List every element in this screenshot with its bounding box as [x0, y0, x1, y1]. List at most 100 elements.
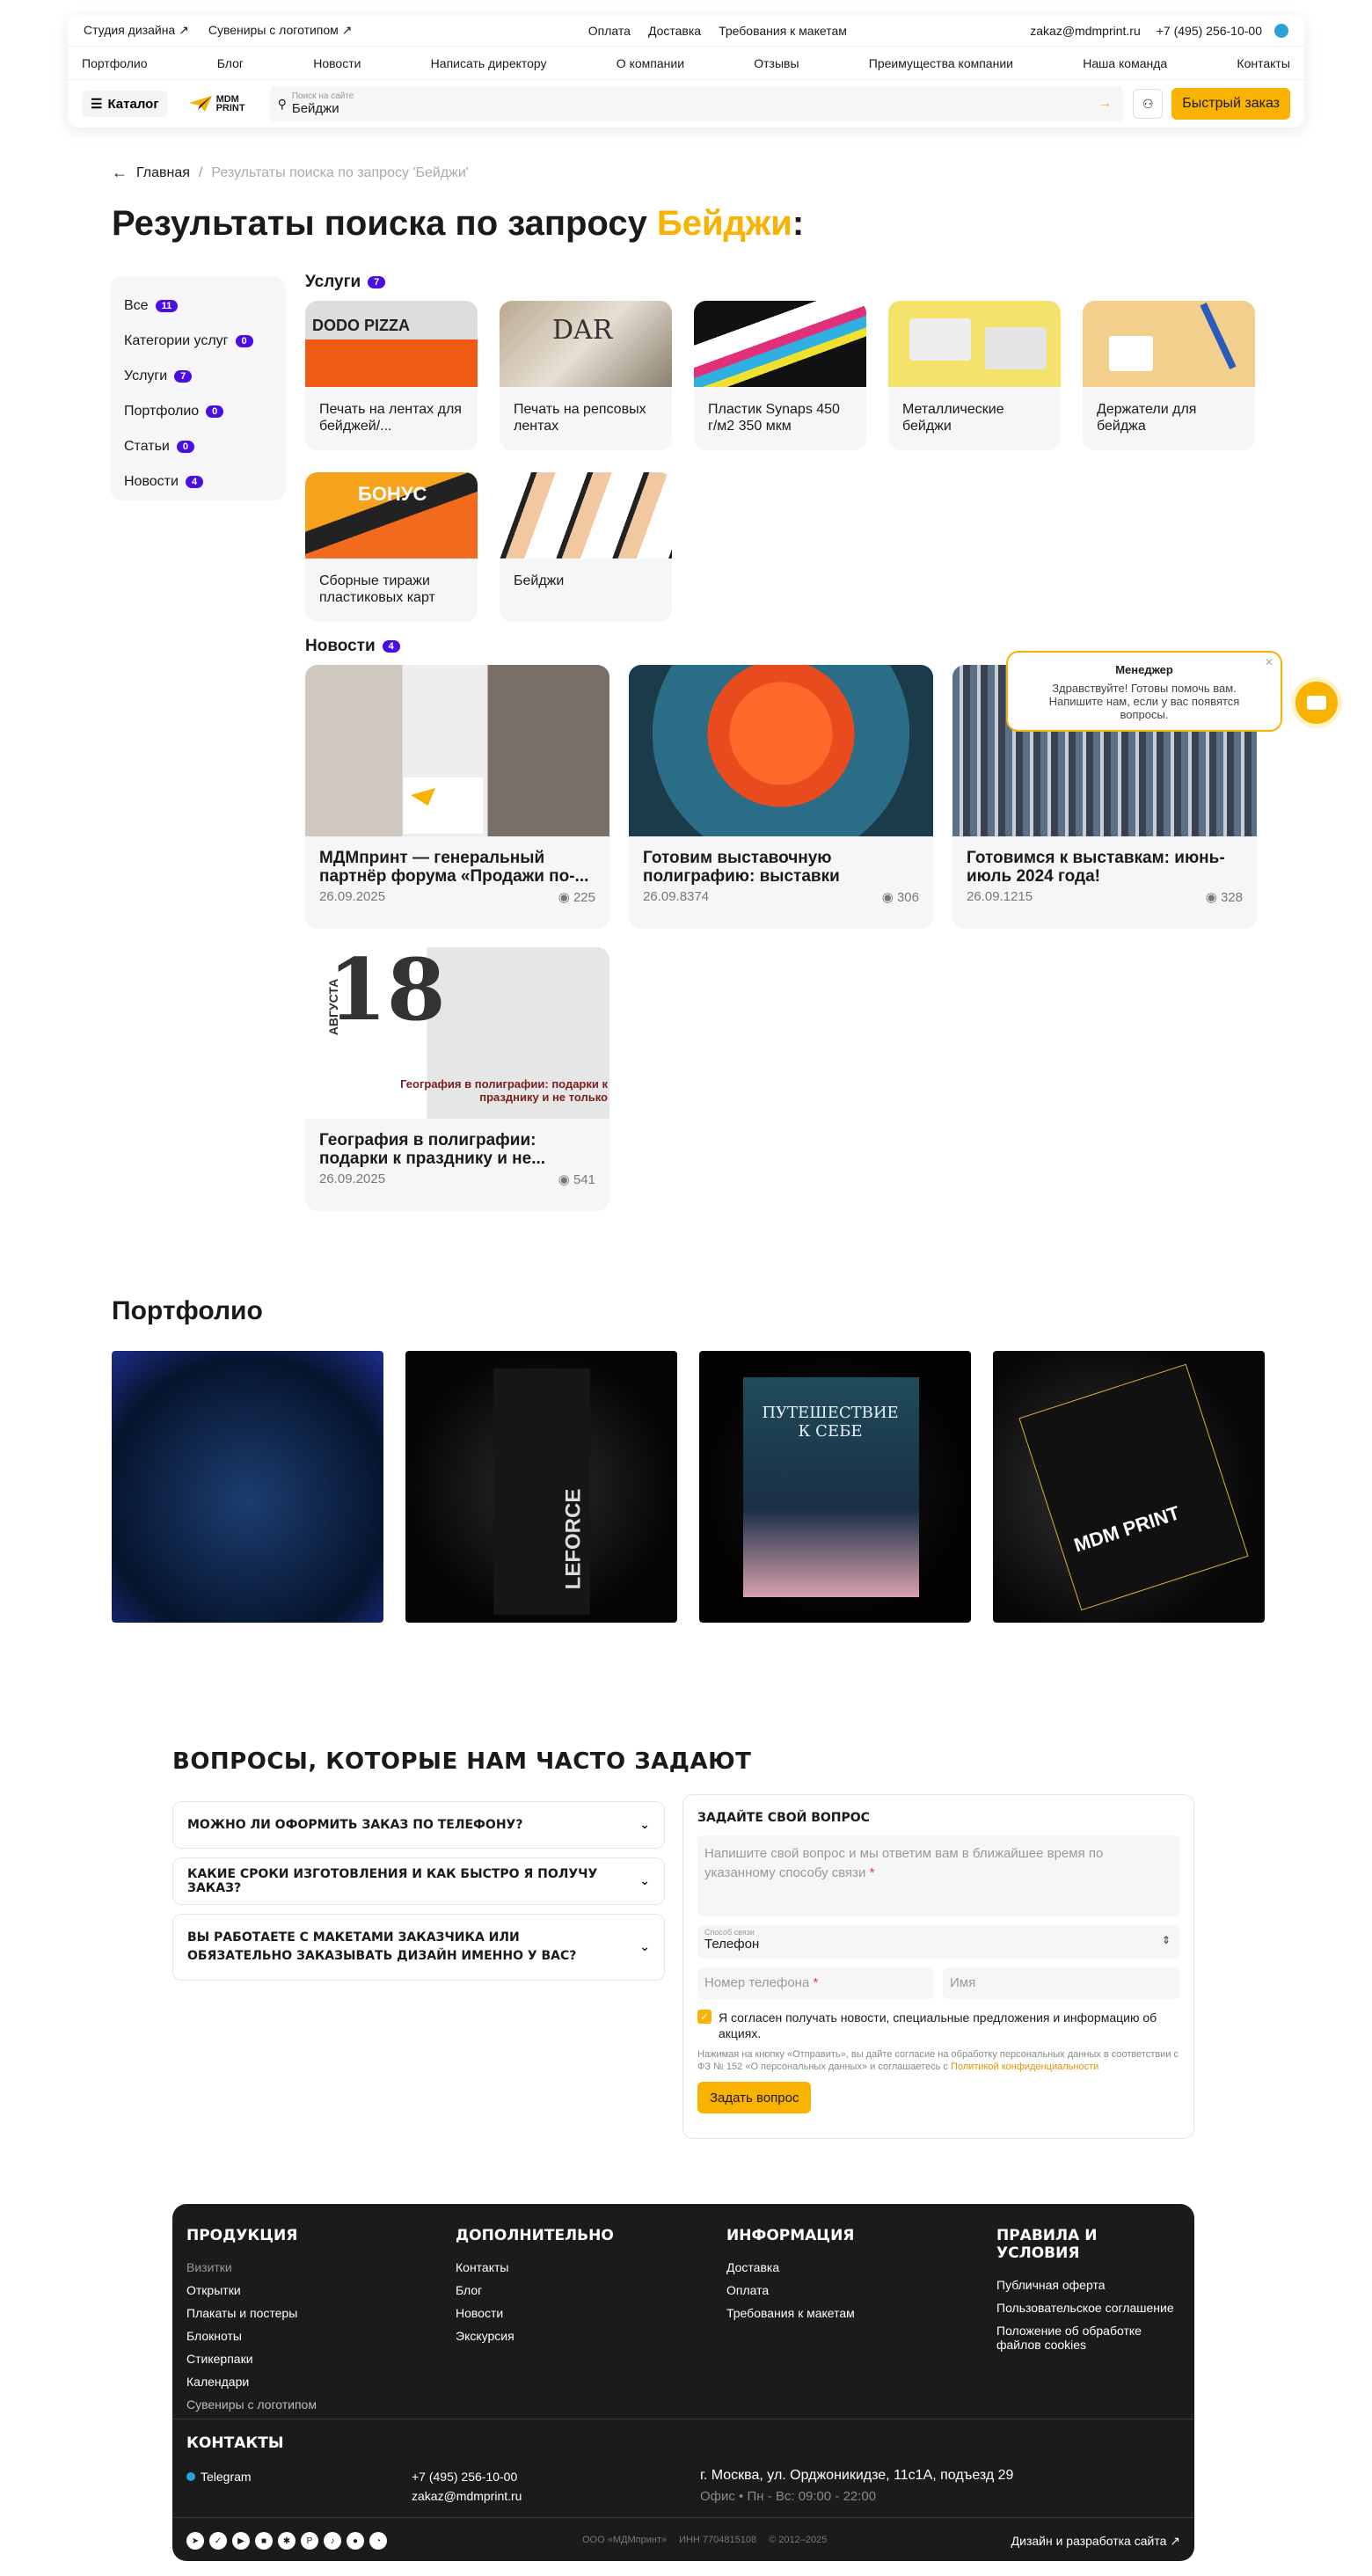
news-image [305, 665, 609, 836]
close-icon[interactable]: ✕ [1265, 656, 1273, 668]
header-email[interactable]: zakaz@mdmprint.ru [1030, 24, 1140, 38]
back-arrow-icon[interactable]: ← [112, 164, 128, 182]
news-card[interactable]: АВГУСТА 18 География в полиграфии: подар… [305, 947, 609, 1211]
service-card[interactable]: Металлические бейджи [888, 301, 1061, 450]
search-box[interactable]: ⚲ Поиск на сайте Бейджи → [268, 86, 1125, 121]
payment-link[interactable]: Оплата [588, 24, 631, 38]
footer-telegram[interactable]: Telegram [186, 2470, 252, 2484]
news-card[interactable]: МДМпринт — генеральный партнёр форума «П… [305, 665, 609, 929]
service-image: DAR [500, 301, 672, 387]
footer-link[interactable]: Визитки [186, 2260, 317, 2274]
contact-method-select[interactable]: Способ связи Телефон ⇕ [697, 1925, 1179, 1959]
filter-categories[interactable]: Категории услуг 0 [124, 324, 272, 359]
submit-question-button[interactable]: Задать вопрос [697, 2082, 812, 2113]
souvenirs-link[interactable]: Сувениры с логотипом ↗ [208, 23, 353, 38]
service-card[interactable]: Бейджи [500, 472, 672, 622]
page-title: Результаты поиска по запросу Бейджи: [112, 204, 805, 243]
footer-link[interactable]: Положение об обработке файлов cookies [996, 2324, 1181, 2352]
quick-order-button[interactable]: Быстрый заказ [1171, 88, 1290, 120]
service-card[interactable]: БОНУС Сборные тиражи пластиковых карт [305, 472, 478, 622]
portfolio-item[interactable] [112, 1351, 383, 1623]
service-image [1083, 301, 1255, 387]
footer-link[interactable]: Оплата [726, 2283, 855, 2297]
site-header: Студия дизайна ↗ Сувениры с логотипом ↗ … [68, 15, 1304, 128]
nav-about[interactable]: О компании [617, 56, 684, 70]
portfolio-item[interactable]: MDM PRINT [993, 1351, 1265, 1623]
footer-link[interactable]: Требования к макетам [726, 2306, 855, 2320]
breadcrumb-current: Результаты поиска по запросу 'Бейджи' [211, 164, 469, 180]
requirements-link[interactable]: Требования к макетам [719, 24, 847, 38]
nav-reviews[interactable]: Отзывы [754, 56, 799, 70]
filter-articles[interactable]: Статьи 0 [124, 429, 272, 464]
user-icon[interactable]: ⚇ [1133, 89, 1164, 119]
youtube-icon[interactable]: ▶ [232, 2532, 250, 2550]
service-card[interactable]: DODO PIZZA Печать на лентах для бейджей/… [305, 301, 478, 450]
news-image [629, 665, 933, 836]
footer-link[interactable]: Пользовательское соглашение [996, 2301, 1181, 2315]
design-studio-link[interactable]: Студия дизайна ↗ [84, 23, 189, 38]
consent-checkbox[interactable]: ✓ [697, 2010, 712, 2024]
footer-link[interactable]: Контакты [456, 2260, 614, 2274]
footer-link[interactable]: Сувениры с логотипом [186, 2397, 317, 2412]
faq-item[interactable]: МОЖНО ЛИ ОФОРМИТЬ ЗАКАЗ ПО ТЕЛЕФОНУ? ⌄ [172, 1801, 665, 1849]
dzen-icon[interactable]: ✱ [278, 2532, 296, 2550]
footer-link[interactable]: Стикерпаки [186, 2352, 317, 2366]
phone-field[interactable]: Номер телефона * [697, 1967, 934, 1999]
tiktok-icon[interactable]: ♪ [324, 2532, 341, 2550]
vk-icon[interactable]: ✓ [209, 2532, 227, 2550]
service-card[interactable]: Пластик Synaps 450 г/м2 350 мкм [694, 301, 866, 450]
nav-portfolio[interactable]: Портфолио [82, 56, 148, 70]
service-card[interactable]: DAR Печать на репсовых лентах [500, 301, 672, 450]
footer-link[interactable]: Доставка [726, 2260, 855, 2274]
footer-link[interactable]: Публичная оферта [996, 2278, 1181, 2292]
whatsapp-icon[interactable]: ◔ [369, 2532, 387, 2550]
footer-link[interactable]: Плакаты и постеры [186, 2306, 317, 2320]
telegram-icon[interactable] [1274, 23, 1288, 38]
footer-phone[interactable]: +7 (495) 256-10-00 [412, 2470, 517, 2484]
faq-heading: ВОПРОСЫ, КОТОРЫЕ НАМ ЧАСТО ЗАДАЮТ [172, 1748, 752, 1775]
faq-item[interactable]: КАКИЕ СРОКИ ИЗГОТОВЛЕНИЯ И КАК БЫСТРО Я … [172, 1857, 665, 1905]
footer-link[interactable]: Блог [456, 2283, 614, 2297]
service-card[interactable]: Держатели для бейджа [1083, 301, 1255, 450]
nav-contacts[interactable]: Контакты [1237, 56, 1289, 70]
filter-all[interactable]: Все 11 [124, 288, 272, 324]
rutube-icon[interactable]: ■ [255, 2532, 273, 2550]
breadcrumb-home[interactable]: Главная [136, 165, 190, 181]
manager-chat-popup: ✕ Менеджер Здравствуйте! Готовы помочь в… [1006, 651, 1282, 732]
nav-advantages[interactable]: Преимущества компании [869, 56, 1013, 70]
catalog-button[interactable]: ☰ Каталог [82, 91, 168, 117]
faq-item[interactable]: ВЫ РАБОТАЕТЕ С МАКЕТАМИ ЗАКАЗЧИКА ИЛИ ОБ… [172, 1914, 665, 1981]
developer-link[interactable]: Дизайн и разработка сайта ↗ [1011, 2534, 1180, 2549]
ok-icon[interactable]: ● [347, 2532, 364, 2550]
portfolio-item[interactable]: ПУТЕШЕСТВИЕ К СЕБЕ [699, 1351, 971, 1623]
nav-news[interactable]: Новости [313, 56, 361, 70]
nav-write-director[interactable]: Написать директору [431, 56, 547, 70]
telegram-icon[interactable]: ➤ [186, 2532, 204, 2550]
name-field[interactable]: Имя [943, 1967, 1179, 1999]
search-arrow-icon[interactable]: → [1098, 96, 1112, 112]
footer-link[interactable]: Экскурсия [456, 2329, 614, 2343]
news-card[interactable]: Готовим выставочную полиграфию: выставки… [629, 665, 933, 929]
footer-email[interactable]: zakaz@mdmprint.ru [412, 2489, 522, 2503]
logo-plane-icon [188, 96, 212, 112]
footer-link[interactable]: Блокноты [186, 2329, 317, 2343]
filter-services[interactable]: Услуги 7 [124, 359, 272, 394]
nav-blog[interactable]: Блог [217, 56, 244, 70]
delivery-link[interactable]: Доставка [648, 24, 701, 38]
site-logo[interactable]: MDM PRINT [188, 95, 248, 113]
chat-button[interactable] [1291, 677, 1342, 728]
service-image: БОНУС [305, 472, 478, 558]
filter-news[interactable]: Новости 4 [124, 464, 272, 500]
social-icons: ➤ ✓ ▶ ■ ✱ P ♪ ● ◔ [186, 2532, 387, 2550]
footer-link[interactable]: Открытки [186, 2283, 317, 2297]
nav-team[interactable]: Наша команда [1083, 56, 1167, 70]
privacy-link[interactable]: Политикой конфиденциальности [951, 2062, 1098, 2072]
pinterest-icon[interactable]: P [301, 2532, 318, 2550]
footer-link[interactable]: Календари [186, 2375, 317, 2389]
footer-link[interactable]: Новости [456, 2306, 614, 2320]
portfolio-item[interactable]: LEFORCE [405, 1351, 677, 1623]
search-input[interactable]: Бейджи [292, 101, 354, 116]
filter-portfolio[interactable]: Портфолио 0 [124, 394, 272, 429]
header-phone[interactable]: +7 (495) 256-10-00 [1157, 24, 1262, 38]
question-textarea[interactable]: Напишите свой вопрос и мы ответим вам в … [697, 1835, 1179, 1916]
